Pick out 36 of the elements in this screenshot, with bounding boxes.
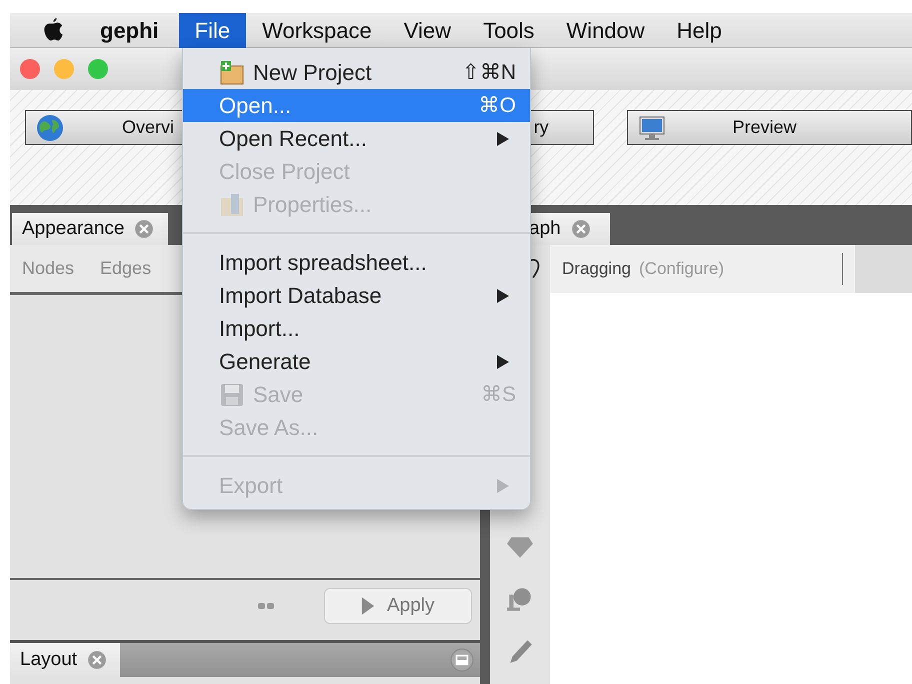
submenu-arrow-icon [496,130,510,146]
monitor-icon [638,114,666,142]
new-project-icon [219,60,245,86]
properties-icon [219,192,245,218]
apply-button[interactable]: Apply [324,588,472,624]
menu-item[interactable]: Import spreadsheet... [183,246,530,279]
minimize-icon[interactable] [450,648,474,672]
menu-bar-item[interactable]: File [178,12,246,48]
close-icon[interactable] [134,219,154,239]
close-button[interactable] [20,59,40,79]
link-icon[interactable] [258,602,274,610]
menu-item[interactable]: New Project ⇧⌘N [183,56,530,89]
submenu-arrow-icon [496,288,510,304]
panel-tab[interactable]: Layout [10,643,120,677]
globe-icon [36,114,64,142]
menu-bar-item[interactable]: View [388,12,468,48]
menu-bar-item[interactable]: Help [660,12,738,48]
menu-item[interactable]: Generate [183,345,530,378]
panel-tab[interactable]: Appearance [12,213,168,245]
workspace-button[interactable]: Preview [627,110,912,145]
submenu-arrow-icon [496,354,510,370]
menu-bar-item[interactable]: Workspace [246,12,388,48]
close-icon[interactable] [87,650,108,670]
tool-label: Dragging [562,259,631,279]
submenu-arrow-icon [496,478,510,494]
menu-bar-item[interactable]: Tools [467,12,550,48]
menu-item[interactable]: Import Database [183,279,530,312]
play-icon [361,595,375,617]
menu-item[interactable]: Open... ⌘O [183,89,530,122]
minimize-button[interactable] [54,59,74,79]
apple-logo-icon[interactable] [42,17,64,43]
menu-item[interactable]: Import... [183,312,530,345]
menu-bar-item[interactable]: gephi [84,12,175,48]
zoom-button[interactable] [88,59,108,79]
close-icon[interactable] [570,219,591,239]
menu-bar-item[interactable]: Window [550,12,661,48]
